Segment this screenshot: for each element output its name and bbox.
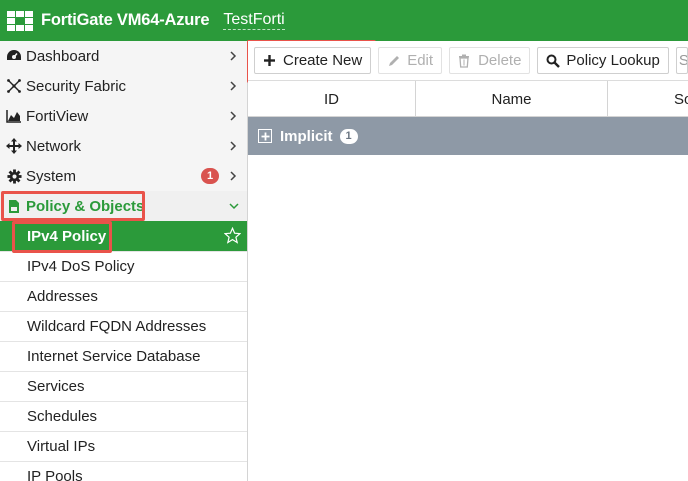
sidebar-subitem-wildcard-fqdn[interactable]: Wildcard FQDN Addresses	[0, 311, 247, 341]
dashboard-icon	[6, 48, 22, 64]
policy-lookup-button[interactable]: Policy Lookup	[537, 47, 669, 74]
search-icon	[546, 54, 561, 68]
search-placeholder: S	[678, 52, 688, 69]
sidebar-item-system[interactable]: System 1	[0, 161, 247, 191]
search-input[interactable]: S	[675, 47, 688, 74]
sidebar-item-label: Network	[26, 137, 82, 155]
chevron-right-icon	[230, 81, 237, 91]
sidebar-subitem-schedules[interactable]: Schedules	[0, 401, 247, 431]
sidebar-subitem-label: IP Pools	[27, 468, 83, 481]
chevron-right-icon	[230, 51, 237, 61]
plus-icon	[263, 54, 277, 68]
sidebar-subitem-addresses[interactable]: Addresses	[0, 281, 247, 311]
sidebar-subitem-label: Schedules	[27, 408, 98, 425]
fortinet-logo-icon	[7, 10, 35, 31]
sidebar-subitem-label: IPv4 Policy	[27, 227, 107, 245]
pencil-icon	[387, 54, 401, 68]
delete-button[interactable]: Delete	[449, 47, 531, 74]
column-header-source[interactable]: So	[608, 81, 688, 117]
sidebar-subitem-label: Addresses	[27, 288, 98, 305]
sidebar-item-dashboard[interactable]: Dashboard	[0, 41, 247, 71]
sidebar-item-fortiview[interactable]: FortiView	[0, 101, 247, 131]
notification-badge: 1	[201, 168, 219, 184]
sidebar-item-label: Policy & Objects	[26, 197, 145, 215]
app-title: FortiGate VM64-Azure	[41, 11, 210, 29]
sidebar-subitem-ip-pools[interactable]: IP Pools	[0, 461, 247, 481]
chevron-down-icon	[229, 203, 239, 210]
edit-button[interactable]: Edit	[378, 47, 443, 74]
sidebar-item-policy-objects[interactable]: Policy & Objects	[0, 191, 247, 221]
expand-icon[interactable]	[258, 129, 272, 143]
sidebar-item-label: Security Fabric	[26, 77, 127, 95]
favorite-star-icon[interactable]	[224, 227, 241, 244]
edit-label: Edit	[407, 52, 434, 69]
sidebar-subitem-internet-service-db[interactable]: Internet Service Database	[0, 341, 247, 371]
sidebar-subitem-label: Services	[27, 378, 85, 395]
column-header-id[interactable]: ID	[248, 81, 416, 117]
network-icon	[6, 138, 22, 154]
column-header-name[interactable]: Name	[416, 81, 608, 117]
chevron-right-icon	[230, 171, 237, 181]
group-label: Implicit	[280, 127, 333, 145]
create-new-label: Create New	[283, 52, 363, 69]
policy-lookup-label: Policy Lookup	[566, 52, 660, 69]
device-hostname[interactable]: TestForti	[223, 11, 285, 30]
chevron-right-icon	[230, 111, 237, 121]
group-row-implicit[interactable]: Implicit 1	[248, 117, 688, 155]
table-header: ID Name So	[248, 81, 688, 117]
delete-label: Delete	[478, 52, 522, 69]
sidebar-item-label: System	[26, 167, 77, 185]
sidebar-item-security-fabric[interactable]: Security Fabric	[0, 71, 247, 101]
sidebar-subitem-ipv4-dos-policy[interactable]: IPv4 DoS Policy	[0, 251, 247, 281]
gear-icon	[6, 168, 22, 184]
sidebar-item-network[interactable]: Network	[0, 131, 247, 161]
trash-icon	[458, 54, 472, 68]
group-count-badge: 1	[339, 128, 358, 144]
fortiview-icon	[6, 108, 22, 124]
policy-toolbar: Create New Edit Delete Policy Lookup S	[248, 41, 688, 81]
sidebar-item-label: Dashboard	[26, 47, 100, 65]
sidebar-subitem-label: Wildcard FQDN Addresses	[27, 318, 207, 335]
sidebar-subitem-ipv4-policy[interactable]: IPv4 Policy	[0, 221, 247, 251]
sidebar: Dashboard Security Fabric FortiView Netw…	[0, 41, 248, 481]
sidebar-subitem-virtual-ips[interactable]: Virtual IPs	[0, 431, 247, 461]
sidebar-subitem-label: IPv4 DoS Policy	[27, 258, 135, 275]
policy-icon	[6, 198, 22, 214]
main-content: Create New Edit Delete Policy Lookup S I…	[248, 41, 688, 481]
sidebar-item-label: FortiView	[26, 107, 89, 125]
sidebar-subitem-services[interactable]: Services	[0, 371, 247, 401]
security-fabric-icon	[6, 78, 22, 94]
sidebar-subitem-label: Internet Service Database	[27, 348, 201, 365]
top-header: FortiGate VM64-Azure TestForti	[0, 0, 688, 41]
chevron-right-icon	[230, 141, 237, 151]
create-new-button[interactable]: Create New	[254, 47, 372, 74]
sidebar-subitem-label: Virtual IPs	[27, 438, 96, 455]
